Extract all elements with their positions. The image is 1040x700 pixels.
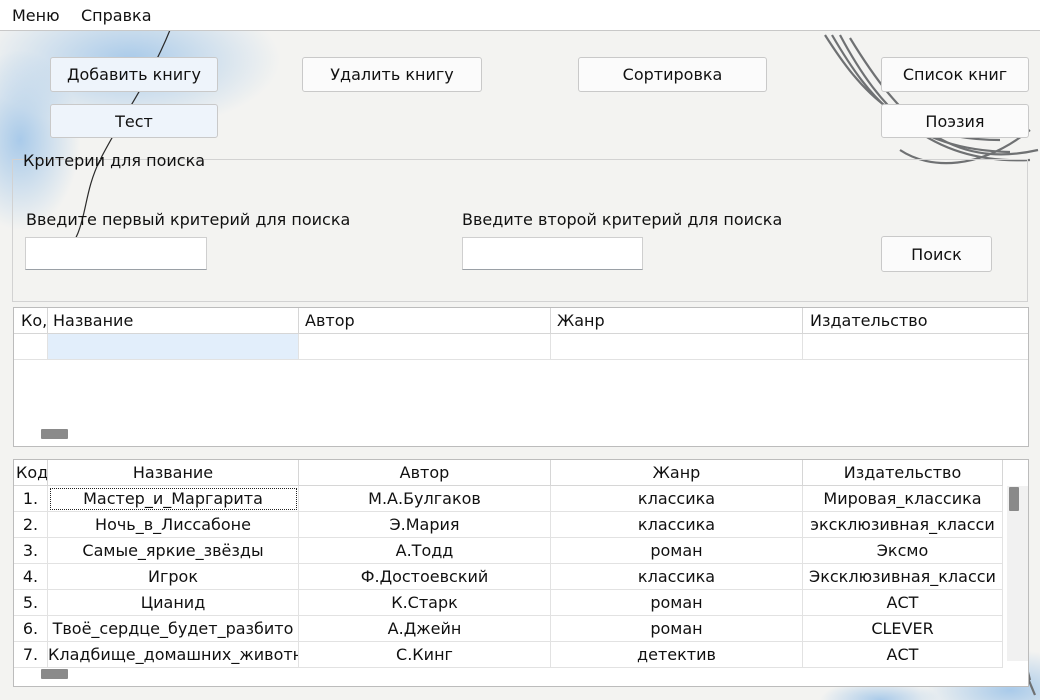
table-cell[interactable]: Игрок [48,564,299,590]
table-cell[interactable]: Мастер_и_Маргарита [48,486,299,512]
books-row-number[interactable]: 5. [14,590,48,616]
results-col-title[interactable]: Название [48,308,299,334]
delete-book-button[interactable]: Удалить книгу [302,57,482,92]
table-cell[interactable]: классика [551,512,803,538]
table-cell[interactable]: С.Кинг [299,642,551,668]
second-criterion-label: Введите второй критерий для поиска [462,210,783,229]
table-cell[interactable]: А.Тодд [299,538,551,564]
table-cell[interactable]: Ф.Достоевский [299,564,551,590]
table-cell[interactable]: Эксмо [803,538,1003,564]
menu-item-menu[interactable]: Меню [12,6,60,25]
table-cell[interactable]: детектив [551,642,803,668]
books-horizontal-scrollbar[interactable] [41,669,68,679]
results-col-author[interactable]: Автор [299,308,551,334]
table-cell[interactable]: А.Джейн [299,616,551,642]
table-cell[interactable]: Э.Мария [299,512,551,538]
books-col-publisher[interactable]: Издательство [803,460,1003,486]
first-criterion-label: Введите первый критерий для поиска [26,210,351,229]
poetry-button[interactable]: Поэзия [881,104,1029,138]
second-criterion-input[interactable] [462,237,643,270]
table-cell[interactable]: АСТ [803,642,1003,668]
results-col-code[interactable]: Ко, [14,308,48,334]
table-cell[interactable]: классика [551,486,803,512]
books-row-number[interactable]: 7. [14,642,48,668]
table-cell[interactable]: Цианид [48,590,299,616]
table-cell[interactable]: Ночь_в_Лиссабоне [48,512,299,538]
books-row-number[interactable]: 1. [14,486,48,512]
books-vertical-scrollbar[interactable] [1009,487,1019,511]
results-cell[interactable] [299,334,551,360]
table-cell[interactable]: Эксклюзивная_класси [803,564,1003,590]
books-row-number[interactable]: 6. [14,616,48,642]
results-cell[interactable] [48,334,299,360]
first-criterion-input[interactable] [25,237,207,270]
books-col-author[interactable]: Автор [299,460,551,486]
table-cell[interactable]: Твоё_сердце_будет_разбито [48,616,299,642]
table-cell[interactable]: классика [551,564,803,590]
search-criteria-group [12,159,1028,302]
results-horizontal-scrollbar[interactable] [41,429,68,439]
books-col-code[interactable]: Код [14,460,48,486]
menu-item-help[interactable]: Справка [81,6,152,25]
books-row-number[interactable]: 4. [14,564,48,590]
search-criteria-title: Критерии для поиска [23,151,206,170]
add-book-button[interactable]: Добавить книгу [50,57,218,92]
table-cell[interactable]: роман [551,590,803,616]
table-cell[interactable]: Кладбище_домашних_животных [48,642,299,668]
search-button[interactable]: Поиск [881,236,992,272]
table-cell[interactable]: CLEVER [803,616,1003,642]
results-cell[interactable] [803,334,1028,360]
results-col-genre[interactable]: Жанр [551,308,803,334]
table-cell[interactable]: К.Старк [299,590,551,616]
table-cell[interactable]: Мировая_классика [803,486,1003,512]
books-table[interactable]: Код Название Автор Жанр Издательство 1. Мастер… [13,459,1029,687]
table-cell[interactable]: Самые_яркие_звёзды [48,538,299,564]
results-cell[interactable] [551,334,803,360]
menu-bar: Меню Справка [0,0,1040,31]
books-col-title[interactable]: Название [48,460,299,486]
table-cell[interactable]: М.А.Булгаков [299,486,551,512]
search-results-table[interactable]: Ко, Название Автор Жанр Издательство [13,307,1029,447]
table-cell[interactable]: роман [551,538,803,564]
books-row-number[interactable]: 2. [14,512,48,538]
sort-button[interactable]: Сортировка [578,57,767,92]
test-button[interactable]: Тест [50,104,218,138]
books-row-number[interactable]: 3. [14,538,48,564]
table-cell[interactable]: АСТ [803,590,1003,616]
results-col-publisher[interactable]: Издательство [803,308,1028,334]
books-vertical-scrollbar-track[interactable] [1007,486,1028,661]
table-cell[interactable]: эксклюзивная_класси [803,512,1003,538]
books-col-genre[interactable]: Жанр [551,460,803,486]
results-cell[interactable] [14,334,48,360]
book-list-button[interactable]: Список книг [881,57,1029,92]
table-cell[interactable]: роман [551,616,803,642]
